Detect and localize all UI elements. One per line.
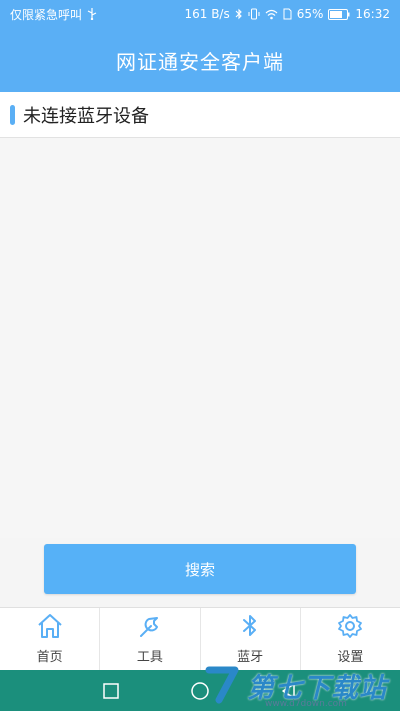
vibrate-icon — [248, 8, 260, 20]
recent-apps-button[interactable] — [102, 682, 120, 700]
page-title: 网证通安全客户端 — [116, 49, 284, 74]
system-nav-bar — [0, 670, 400, 711]
nav-item-bluetooth[interactable]: 蓝牙 — [201, 608, 301, 670]
device-status-header: 未连接蓝牙设备 — [0, 92, 400, 138]
nav-item-home[interactable]: 首页 — [0, 608, 101, 670]
app-header: 网证通安全客户端 — [0, 28, 400, 92]
home-icon — [36, 613, 64, 643]
nav-item-settings[interactable]: 设置 — [301, 608, 400, 670]
nav-label-tools: 工具 — [136, 650, 163, 665]
gear-icon — [336, 613, 364, 643]
bottom-nav: 首页 工具 蓝牙 设置 — [0, 607, 400, 670]
battery-percent: 65% — [296, 7, 324, 21]
battery-icon — [328, 8, 350, 20]
carrier-text: 仅限紧急呼叫 — [10, 7, 83, 22]
device-list[interactable] — [0, 138, 400, 538]
wifi-icon — [265, 9, 278, 20]
device-status-text: 未连接蓝牙设备 — [23, 105, 149, 127]
status-bar: 仅限紧急呼叫 161 B/s 65% 16:32 — [0, 0, 400, 28]
sim-icon — [283, 8, 292, 20]
wrench-icon — [136, 613, 164, 643]
nav-item-tools[interactable]: 工具 — [100, 608, 201, 670]
status-left: 仅限紧急呼叫 — [10, 6, 97, 23]
network-speed: 161 B/s — [184, 7, 230, 21]
accent-bar — [10, 104, 15, 125]
clock: 16:32 — [355, 7, 390, 21]
bluetooth-status-icon — [235, 8, 243, 20]
home-system-button[interactable] — [190, 681, 210, 701]
search-button[interactable]: 搜索 — [44, 544, 356, 594]
status-right: 161 B/s 65% 16:32 — [184, 7, 390, 21]
nav-label-home: 首页 — [36, 650, 63, 665]
usb-icon — [87, 8, 97, 20]
nav-label-bluetooth: 蓝牙 — [237, 650, 264, 665]
back-button[interactable] — [280, 682, 298, 700]
bluetooth-icon — [236, 613, 264, 643]
nav-label-settings: 设置 — [337, 650, 364, 665]
